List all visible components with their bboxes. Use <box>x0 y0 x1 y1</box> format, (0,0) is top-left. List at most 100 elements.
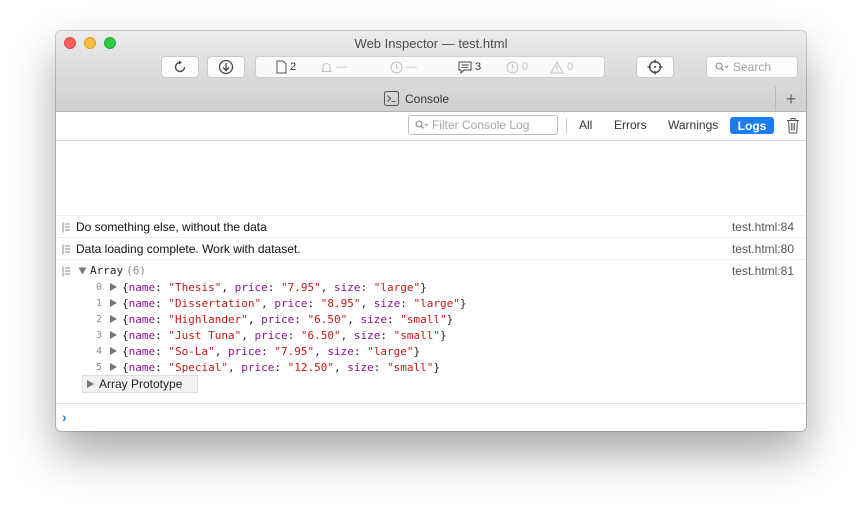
search-field[interactable]: Search <box>706 56 798 78</box>
disclosure-right-icon <box>110 347 117 355</box>
titlebar: Web Inspector — test.html 2 — — 3 0 0 Se… <box>56 31 806 88</box>
reload-button[interactable] <box>161 56 199 78</box>
load-time-indicator[interactable]: — <box>390 60 417 74</box>
filter-errors-button[interactable]: Errors <box>614 118 647 132</box>
message-source-link[interactable]: test.html:84 <box>732 220 794 234</box>
resources-indicator[interactable]: 2 <box>276 60 296 74</box>
array-prototype-toggle[interactable]: Array Prototype <box>82 375 198 393</box>
console-icon <box>384 91 399 106</box>
item-size: "small" <box>400 312 447 326</box>
clock-icon <box>390 61 403 73</box>
array-item[interactable]: 0 {name: "Thesis", price: "7.95", size: … <box>90 279 427 295</box>
log-icon <box>62 244 70 255</box>
item-price: "7.95" <box>274 344 315 358</box>
warnings-count: 0 <box>567 61 574 73</box>
array-label: Array <box>90 264 124 277</box>
array-index: 3 <box>95 329 102 341</box>
item-price: "6.50" <box>300 328 341 342</box>
clear-log-button[interactable] <box>786 117 800 139</box>
array-index: 2 <box>95 313 102 325</box>
warning-icon <box>550 60 564 73</box>
array-index: 4 <box>95 345 102 357</box>
download-icon <box>218 59 234 75</box>
error-icon <box>506 61 519 73</box>
filter-warnings-button[interactable]: Warnings <box>668 118 718 132</box>
message-text: Do something else, without the data <box>76 220 267 234</box>
console-prompt[interactable]: › <box>56 403 806 431</box>
disclosure-right-icon <box>110 331 117 339</box>
plus-icon: + <box>785 88 797 109</box>
inspect-element-button[interactable] <box>636 56 674 78</box>
array-count: (6) <box>126 264 146 277</box>
item-size: "large" <box>373 280 421 294</box>
reload-icon <box>174 60 186 73</box>
array-item[interactable]: 4 {name: "So-La", price: "7.95", size: "… <box>90 343 420 359</box>
item-price: "7.95" <box>280 280 321 294</box>
document-icon <box>276 60 287 74</box>
message-text: Data loading complete. Work with dataset… <box>76 242 301 256</box>
console-message[interactable]: Data loading complete. Work with dataset… <box>56 237 806 259</box>
item-name: "Dissertation" <box>168 296 262 310</box>
message-source-link[interactable]: test.html:81 <box>732 264 794 278</box>
array-item[interactable]: 3 {name: "Just Tuna", price: "6.50", siz… <box>90 327 447 343</box>
console-message[interactable]: Do something else, without the data test… <box>56 215 806 237</box>
filter-all-button[interactable]: All <box>579 118 592 132</box>
console-filter-bar: Filter Console Log All Errors Warnings L… <box>56 112 806 141</box>
load-time-value: — <box>406 61 417 73</box>
item-name: "Highlander" <box>168 312 248 326</box>
item-name: "Special" <box>168 360 228 374</box>
logs-indicator[interactable]: 3 <box>458 60 481 74</box>
filter-separator <box>566 118 567 134</box>
new-tab-button[interactable]: + <box>775 87 806 111</box>
search-placeholder: Search <box>733 60 772 74</box>
disclosure-right-icon <box>110 363 117 371</box>
item-size: "large" <box>413 296 460 310</box>
errors-count: 0 <box>522 61 529 73</box>
disclosure-down-icon <box>78 267 87 274</box>
array-index: 5 <box>95 361 102 373</box>
array-log-message: Array (6) test.html:81 0 {name: "Thesis"… <box>56 259 806 403</box>
trash-icon <box>787 118 799 134</box>
speech-bubble-icon <box>458 61 472 74</box>
dashboard[interactable]: 2 — — 3 0 0 <box>255 56 605 78</box>
item-price: "6.50" <box>307 312 348 326</box>
prompt-chevron-icon: › <box>62 409 67 425</box>
tab-console-label: Console <box>405 91 450 106</box>
errors-indicator[interactable]: 0 <box>506 60 528 74</box>
item-name: "Thesis" <box>168 280 222 294</box>
array-index: 0 <box>95 281 102 293</box>
tab-console[interactable]: Console <box>384 91 449 106</box>
resources-count: 2 <box>290 61 297 73</box>
window-title: Web Inspector — test.html <box>354 36 508 51</box>
item-price: "8.95" <box>320 296 361 310</box>
warnings-indicator[interactable]: 0 <box>550 60 573 74</box>
item-size: "small" <box>393 328 440 342</box>
disclosure-right-icon <box>110 283 117 291</box>
tab-bar: Console + <box>56 87 806 112</box>
filter-logs-button[interactable]: Logs <box>730 117 774 134</box>
array-prototype-label: Array Prototype <box>99 377 183 391</box>
filter-console-input[interactable]: Filter Console Log <box>408 115 558 135</box>
disclosure-right-icon <box>110 315 117 323</box>
message-source-link[interactable]: test.html:80 <box>732 242 794 256</box>
network-value: — <box>336 61 347 73</box>
bell-icon <box>321 62 332 72</box>
search-icon <box>715 62 729 71</box>
disclosure-right-icon <box>110 299 117 307</box>
array-item[interactable]: 1 {name: "Dissertation", price: "8.95", … <box>90 295 466 311</box>
filter-placeholder: Filter Console Log <box>432 118 530 132</box>
item-name: "So-La" <box>168 344 215 358</box>
network-indicator[interactable]: — <box>320 60 347 74</box>
array-item[interactable]: 2 {name: "Highlander", price: "6.50", si… <box>90 311 453 327</box>
logs-count: 3 <box>475 61 482 73</box>
item-size: "large" <box>367 344 414 358</box>
crosshair-icon <box>647 59 663 75</box>
web-inspector-window: Web Inspector — test.html 2 — — 3 0 0 Se… <box>56 31 806 431</box>
log-icon <box>62 266 70 277</box>
array-item[interactable]: 5 {name: "Special", price: "12.50", size… <box>90 359 440 375</box>
item-name: "Just Tuna" <box>168 328 242 342</box>
item-price: "12.50" <box>287 360 334 374</box>
download-button[interactable] <box>207 56 245 78</box>
array-index: 1 <box>95 297 102 309</box>
array-toggle[interactable]: Array (6) <box>78 264 146 277</box>
